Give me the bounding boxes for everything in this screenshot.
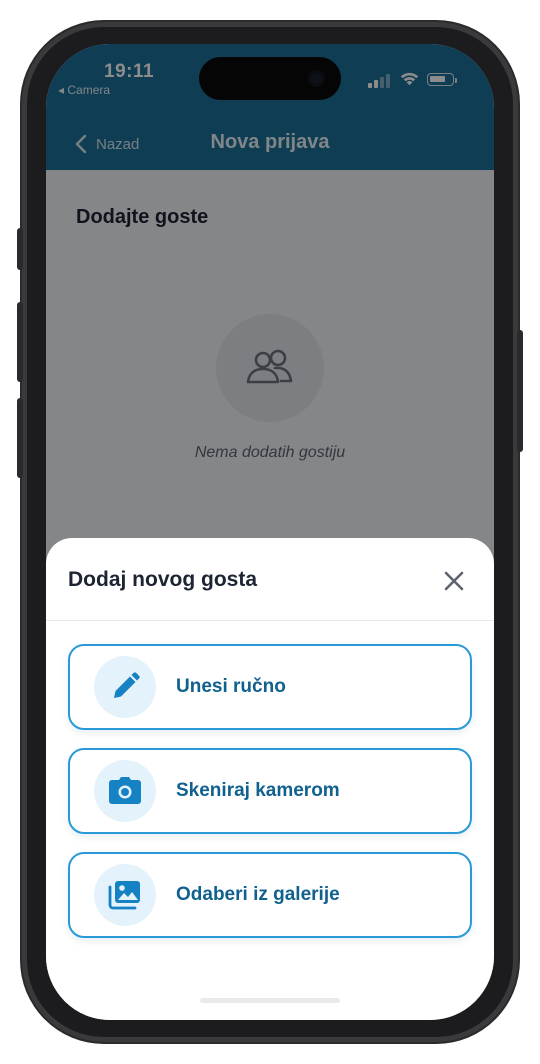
- close-button[interactable]: [438, 565, 470, 597]
- scan-camera-label: Skeniraj kamerom: [176, 780, 340, 801]
- manual-entry-button[interactable]: Unesi ručno: [68, 644, 472, 730]
- volume-up-button: [17, 302, 23, 382]
- bottom-sheet: Dodaj novog gosta Unesi ručno Skeniraj k…: [46, 538, 494, 1020]
- mute-switch: [17, 228, 23, 270]
- power-button: [517, 330, 523, 452]
- home-indicator[interactable]: [200, 998, 340, 1003]
- screen: 19:11 ◂ Camera Nazad Nova prijava Dodajt…: [46, 44, 494, 1020]
- divider: [46, 620, 494, 621]
- choose-gallery-label: Odaberi iz galerije: [176, 884, 340, 905]
- option-icon-bg: [94, 656, 156, 718]
- manual-entry-label: Unesi ručno: [176, 676, 286, 697]
- camera-icon: [109, 777, 141, 804]
- choose-gallery-button[interactable]: Odaberi iz galerije: [68, 852, 472, 938]
- scan-camera-button[interactable]: Skeniraj kamerom: [68, 748, 472, 834]
- option-icon-bg: [94, 864, 156, 926]
- pencil-icon: [114, 672, 140, 698]
- option-icon-bg: [94, 760, 156, 822]
- sheet-title: Dodaj novog gosta: [68, 568, 257, 591]
- volume-down-button: [17, 398, 23, 478]
- close-icon: [444, 571, 464, 591]
- gallery-icon: [108, 881, 140, 910]
